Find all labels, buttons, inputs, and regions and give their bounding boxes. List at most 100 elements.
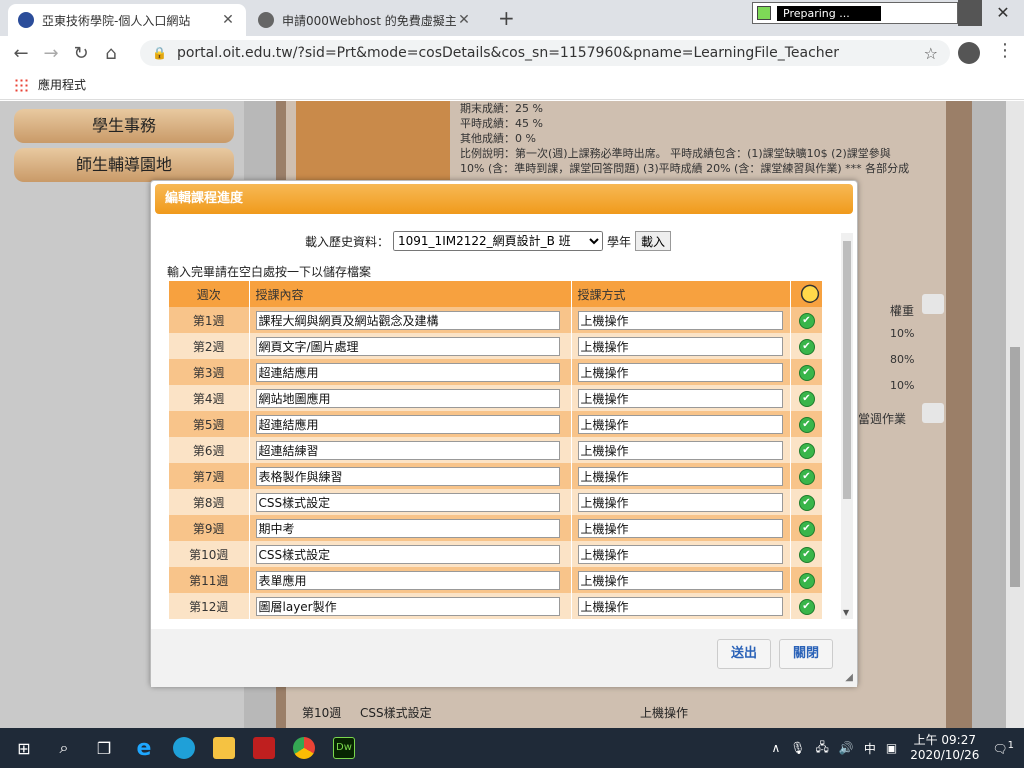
content-input[interactable] xyxy=(255,570,560,590)
account-avatar-icon[interactable] xyxy=(958,42,980,64)
content-input[interactable] xyxy=(255,362,560,382)
table-row: 第10週 ✔ xyxy=(169,541,823,567)
week-cell: 第11週 xyxy=(169,567,250,593)
menu-kebab-icon[interactable]: ⋮ xyxy=(996,40,1014,61)
dialog-scroll-thumb[interactable] xyxy=(843,241,851,499)
tab-portal[interactable]: 亞東技術學院-個人入口網站 ✕ xyxy=(8,4,246,36)
forward-arrow-icon[interactable]: → xyxy=(36,43,66,64)
network-icon[interactable]: 🖧 xyxy=(816,738,829,759)
ime-mode-icon[interactable]: ▣ xyxy=(886,741,897,755)
week-cell: 第9週 xyxy=(169,515,250,541)
new-tab-button[interactable]: + xyxy=(498,6,515,30)
method-input[interactable] xyxy=(577,362,783,382)
edit-pencil-icon[interactable] xyxy=(922,294,944,314)
grading-line: 期末成績：25 % xyxy=(460,102,543,115)
clock[interactable]: 上午 09:27 2020/10/26 xyxy=(910,733,979,763)
method-input[interactable] xyxy=(577,518,783,538)
status-cell: ✔ xyxy=(790,385,823,411)
home-icon[interactable]: ⌂ xyxy=(96,43,126,64)
content-input[interactable] xyxy=(255,388,560,408)
check-ok-icon: ✔ xyxy=(798,416,815,433)
content-input[interactable] xyxy=(255,492,560,512)
content-input[interactable] xyxy=(255,414,560,434)
bookmark-star-icon[interactable]: ☆ xyxy=(924,44,938,63)
bookmark-apps[interactable]: 應用程式 xyxy=(38,76,86,93)
status-cell: ✔ xyxy=(790,515,823,541)
col-status xyxy=(790,277,823,308)
content-cell xyxy=(249,333,572,359)
close-dialog-button[interactable]: 關閉 xyxy=(779,639,833,669)
status-cell: ✔ xyxy=(790,411,823,437)
recording-status: Preparing ... xyxy=(752,2,958,24)
file-explorer-icon[interactable] xyxy=(204,728,244,768)
method-input[interactable] xyxy=(577,440,783,460)
history-select[interactable]: 1091_1IM2122_網頁設計_B 班 xyxy=(393,231,604,251)
task-view-icon[interactable]: ❐ xyxy=(84,728,124,768)
check-ok-icon: ✔ xyxy=(798,338,815,355)
content-input[interactable] xyxy=(255,440,560,460)
nav-student-affairs[interactable]: 學生事務 xyxy=(14,109,234,143)
content-input[interactable] xyxy=(255,544,560,564)
filezilla-icon[interactable] xyxy=(244,728,284,768)
ie-icon[interactable]: e xyxy=(124,728,164,768)
volume-icon[interactable]: 🔊 xyxy=(839,741,854,755)
table-row: 第5週 ✔ xyxy=(169,411,823,437)
system-tray: ∧ 🎙 🖧 🔊 中 ▣ 上午 09:27 2020/10/26 🗨1 xyxy=(766,728,1024,768)
url-field[interactable]: 🔒 portal.oit.edu.tw/?sid=Prt&mode=cosDet… xyxy=(140,40,950,66)
content-input[interactable] xyxy=(255,596,560,616)
dreamweaver-icon[interactable]: Dw xyxy=(324,728,364,768)
resize-handle-icon[interactable]: ◢ xyxy=(845,672,853,683)
ime-indicator[interactable]: 中 xyxy=(864,740,876,757)
windows-start-icon[interactable]: ⊞ xyxy=(4,728,44,768)
col-method: 授課方式 xyxy=(571,281,791,307)
content-input[interactable] xyxy=(255,336,560,356)
tray-chevron-icon[interactable]: ∧ xyxy=(771,741,780,755)
method-input[interactable] xyxy=(577,466,783,486)
content-input[interactable] xyxy=(255,518,560,538)
method-input[interactable] xyxy=(577,388,783,408)
week-cell: 第6週 xyxy=(169,437,250,463)
method-input[interactable] xyxy=(577,492,783,512)
load-button[interactable]: 載入 xyxy=(635,231,672,251)
year-label: 學年 xyxy=(607,234,632,249)
send-button[interactable]: 送出 xyxy=(717,639,771,669)
content-cell xyxy=(249,489,572,515)
content-input[interactable] xyxy=(255,310,560,330)
edge-icon[interactable] xyxy=(164,728,204,768)
minimize-button[interactable] xyxy=(958,0,982,26)
notification-icon[interactable]: 🗨1 xyxy=(992,740,1014,756)
window-close-button[interactable]: ✕ xyxy=(982,0,1024,26)
status-cell: ✔ xyxy=(790,437,823,463)
method-input[interactable] xyxy=(577,544,783,564)
scroll-thumb[interactable] xyxy=(1010,347,1020,587)
search-icon[interactable]: ⌕ xyxy=(44,728,84,768)
table-row: 第6週 ✔ xyxy=(169,437,823,463)
method-input[interactable] xyxy=(577,310,783,330)
method-input[interactable] xyxy=(577,570,783,590)
edit-pencil-icon[interactable] xyxy=(922,403,944,423)
method-input[interactable] xyxy=(577,336,783,356)
dialog-scrollbar[interactable]: ▼ xyxy=(841,233,853,619)
scroll-down-icon[interactable]: ▼ xyxy=(843,608,849,617)
content-cell xyxy=(249,593,572,619)
reload-icon[interactable]: ↻ xyxy=(66,43,96,64)
close-icon[interactable]: ✕ xyxy=(456,12,472,28)
method-input[interactable] xyxy=(577,414,783,434)
nav-counseling[interactable]: 師生輔導園地 xyxy=(14,148,234,182)
weight-value: 10% xyxy=(890,327,915,340)
chrome-icon[interactable] xyxy=(284,728,324,768)
load-history-label: 載入歷史資料： xyxy=(305,234,390,249)
status-cell: ✔ xyxy=(790,359,823,385)
close-icon[interactable]: ✕ xyxy=(220,12,236,28)
tab-webhost[interactable]: 申請000Webhost 的免費虛擬主 ✕ xyxy=(248,4,482,36)
content-input[interactable] xyxy=(255,466,560,486)
method-cell xyxy=(571,541,791,567)
check-ok-icon: ✔ xyxy=(798,312,815,329)
method-input[interactable] xyxy=(577,596,783,616)
check-ok-icon: ✔ xyxy=(798,364,815,381)
microphone-icon[interactable]: 🎙 xyxy=(790,741,805,755)
back-arrow-icon[interactable]: ← xyxy=(6,43,36,64)
content-cell xyxy=(249,437,572,463)
page-scrollbar[interactable] xyxy=(1006,101,1024,728)
content-cell xyxy=(249,307,572,333)
